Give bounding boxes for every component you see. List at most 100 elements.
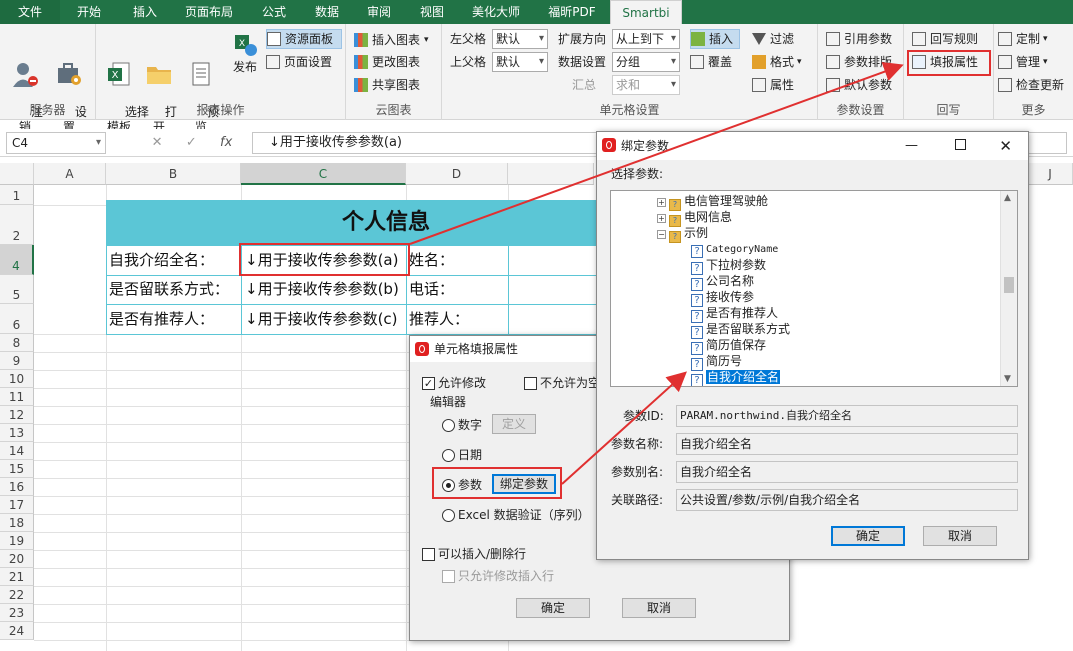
tree-leaf[interactable]: ? 简历号 xyxy=(691,354,742,371)
expand-icon[interactable]: + xyxy=(657,214,666,223)
can-insert-checkbox[interactable] xyxy=(422,548,435,561)
left-parent-select[interactable]: 默认 xyxy=(492,29,548,49)
define-button[interactable]: 定义 xyxy=(492,414,536,434)
custom-button[interactable]: 定制 ▾ xyxy=(998,29,1048,49)
writeback-rule-button[interactable]: 回写规则 xyxy=(912,29,978,49)
row-header-22[interactable]: 22 xyxy=(0,586,34,604)
cover-mode-button[interactable]: 覆盖 xyxy=(690,52,732,72)
tab-smartbi[interactable]: Smartbi xyxy=(610,0,682,24)
row-header-1[interactable]: 1 xyxy=(0,185,34,205)
maximize-icon[interactable] xyxy=(955,139,966,150)
date-radio[interactable] xyxy=(442,449,455,462)
only-insert-checkbox[interactable] xyxy=(442,570,455,583)
row-header-15[interactable]: 15 xyxy=(0,460,34,478)
ref-param-button[interactable]: 引用参数 xyxy=(826,29,892,49)
cell-c6[interactable]: ↓用于接收传参参数(c) xyxy=(242,305,398,333)
collapse-icon[interactable]: − xyxy=(657,230,666,239)
row-header-8[interactable]: 8 xyxy=(0,334,34,352)
row-header-16[interactable]: 16 xyxy=(0,478,34,496)
data-setting-select[interactable]: 分组 xyxy=(612,52,680,72)
scroll-down-icon[interactable]: ▼ xyxy=(1004,374,1011,384)
column-header-d[interactable]: D xyxy=(406,163,508,185)
cell-b4[interactable]: 自我介绍全名： xyxy=(106,246,214,274)
tab-data[interactable]: 数据 xyxy=(302,0,352,24)
top-parent-select[interactable]: 默认 xyxy=(492,52,548,72)
row-header-12[interactable]: 12 xyxy=(0,406,34,424)
row-header-2[interactable]: 2 xyxy=(0,205,34,245)
tab-file[interactable]: 文件 xyxy=(0,0,60,24)
summary-select[interactable]: 求和 xyxy=(612,75,680,95)
bind-ok-button[interactable]: 确定 xyxy=(831,526,905,546)
cell-d6[interactable]: 推荐人： xyxy=(406,305,469,333)
cell-d5[interactable]: 电话： xyxy=(406,275,454,303)
tab-review[interactable]: 审阅 xyxy=(352,0,406,24)
tree-leaf[interactable]: ? 是否留联系方式 xyxy=(691,322,790,339)
tab-formulas[interactable]: 公式 xyxy=(246,0,302,24)
tree-node-telecom[interactable]: +? 电信管理驾驶舱 xyxy=(657,194,768,211)
row-header-9[interactable]: 9 xyxy=(0,352,34,370)
row-header-19[interactable]: 19 xyxy=(0,532,34,550)
tab-view[interactable]: 视图 xyxy=(406,0,458,24)
tree-leaf[interactable]: ? 简历值保存 xyxy=(691,338,766,355)
tab-beautify[interactable]: 美化大师 xyxy=(458,0,534,24)
tree-leaf[interactable]: ? 接收传参 xyxy=(691,290,754,307)
name-box[interactable]: C4 xyxy=(6,132,106,154)
row-header-11[interactable]: 11 xyxy=(0,388,34,406)
not-null-checkbox[interactable] xyxy=(524,377,537,390)
row-header-21[interactable]: 21 xyxy=(0,568,34,586)
param-name-field[interactable]: 自我介绍全名 xyxy=(676,433,1018,455)
row-header-5[interactable]: 5 xyxy=(0,275,34,304)
excel-validate-radio[interactable] xyxy=(442,509,455,522)
column-header-j[interactable]: J xyxy=(1028,163,1073,185)
manage-button[interactable]: 管理 ▾ xyxy=(998,52,1048,72)
resource-panel-button[interactable]: 资源面板 xyxy=(266,29,342,49)
allow-edit-checkbox[interactable]: ✓ xyxy=(422,377,435,390)
filter-button[interactable]: 过滤 xyxy=(752,29,794,49)
param-layout-button[interactable]: 参数排版 xyxy=(826,52,892,72)
tab-home[interactable]: 开始 xyxy=(60,0,118,24)
tree-leaf[interactable]: ? CategoryName xyxy=(691,242,778,258)
insert-mode-button[interactable]: 插入 xyxy=(690,29,740,49)
cell-b5[interactable]: 是否留联系方式： xyxy=(106,275,229,303)
check-update-button[interactable]: 检查更新 xyxy=(998,75,1064,95)
row-header-10[interactable]: 10 xyxy=(0,370,34,388)
close-icon[interactable]: ✕ xyxy=(999,132,1012,160)
column-header-b[interactable]: B xyxy=(106,163,241,185)
row-header-13[interactable]: 13 xyxy=(0,424,34,442)
row-header-23[interactable]: 23 xyxy=(0,604,34,622)
expand-icon[interactable]: + xyxy=(657,198,666,207)
scroll-thumb[interactable] xyxy=(1004,277,1014,293)
tree-leaf-selected[interactable]: ? 自我介绍全名 xyxy=(691,370,781,386)
select-all-corner[interactable] xyxy=(0,163,34,185)
tab-page-layout[interactable]: 页面布局 xyxy=(172,0,246,24)
format-button[interactable]: 格式 ▾ xyxy=(752,52,802,72)
row-header-18[interactable]: 18 xyxy=(0,514,34,532)
row-header-6[interactable]: 6 xyxy=(0,304,34,334)
tree-leaf[interactable]: ? 是否有推荐人 xyxy=(691,306,778,323)
cancel-icon[interactable]: ✕ xyxy=(152,132,163,154)
change-chart-button[interactable]: 更改图表 xyxy=(354,52,420,72)
row-header-17[interactable]: 17 xyxy=(0,496,34,514)
cell-b6[interactable]: 是否有推荐人： xyxy=(106,305,214,333)
tree-scrollbar[interactable]: ▲ ▼ xyxy=(1000,191,1017,386)
confirm-icon[interactable]: ✓ xyxy=(186,132,197,154)
cell-d4[interactable]: 姓名： xyxy=(406,246,454,274)
sheet-title[interactable]: 个人信息 xyxy=(106,200,666,245)
tree-node-grid[interactable]: +? 电网信息 xyxy=(657,210,732,227)
param-id-field[interactable]: PARAM.northwind.自我介绍全名 xyxy=(676,405,1018,427)
path-field[interactable]: 公共设置/参数/示例/自我介绍全名 xyxy=(676,489,1018,511)
tree-node-example[interactable]: −? 示例 xyxy=(657,226,708,243)
tab-insert[interactable]: 插入 xyxy=(118,0,172,24)
expand-direction-select[interactable]: 从上到下 xyxy=(612,29,680,49)
page-setup-button[interactable]: 页面设置 xyxy=(266,52,332,72)
insert-chart-button[interactable]: 插入图表 ▾ xyxy=(354,30,429,50)
minimize-icon[interactable]: — xyxy=(905,132,918,160)
row-header-24[interactable]: 24 xyxy=(0,622,34,640)
cell-c5[interactable]: ↓用于接收传参参数(b) xyxy=(242,275,399,303)
number-radio[interactable] xyxy=(442,419,455,432)
bind-cancel-button[interactable]: 取消 xyxy=(923,526,997,546)
tree-leaf[interactable]: ? 下拉树参数 xyxy=(691,258,766,275)
param-alias-field[interactable]: 自我介绍全名 xyxy=(676,461,1018,483)
column-header-e[interactable] xyxy=(508,163,594,185)
row-header-14[interactable]: 14 xyxy=(0,442,34,460)
